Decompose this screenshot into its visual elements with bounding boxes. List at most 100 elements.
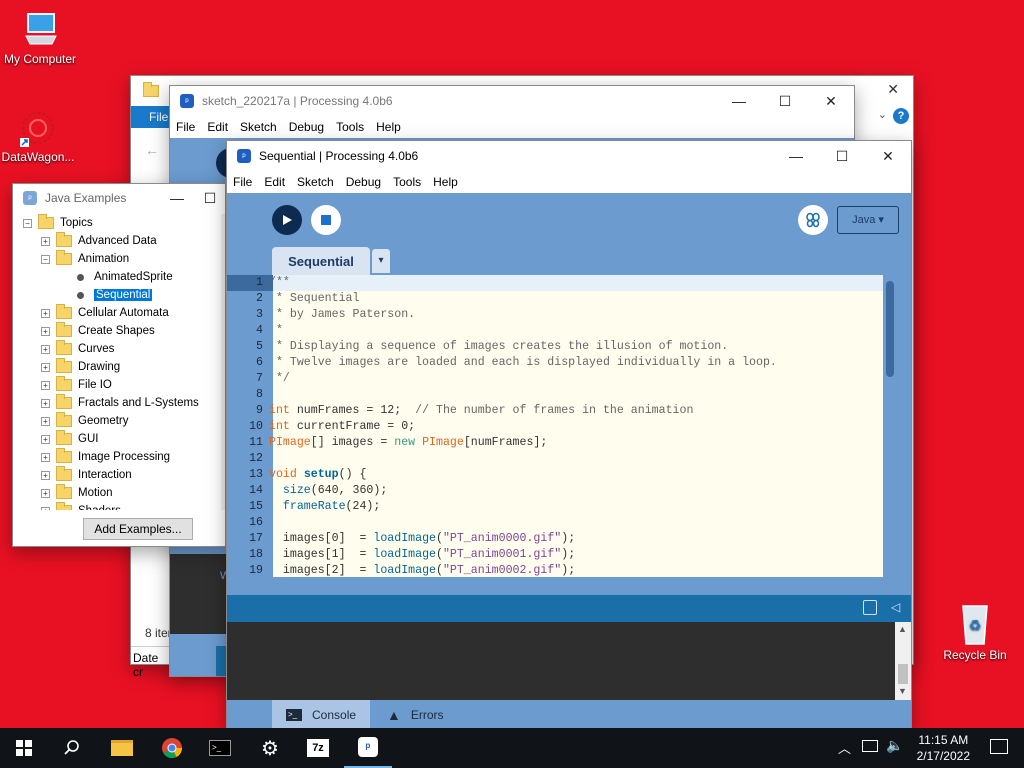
code-line[interactable]: 4 * <box>227 323 883 339</box>
minimize-button[interactable]: — <box>716 86 762 116</box>
tree-folder-item[interactable]: − Animation <box>21 250 223 268</box>
volume-icon[interactable]: 🔈 <box>886 737 903 754</box>
code-line[interactable]: 19 images[2] = loadImage("PT_anim0002.gi… <box>227 563 883 577</box>
collapse-icon[interactable]: − <box>41 254 50 264</box>
column-header-date[interactable]: Date cr <box>131 646 171 679</box>
code-line[interactable]: 7 */ <box>227 371 883 387</box>
code-line[interactable]: 13 void setup() { <box>227 467 883 483</box>
editor-scrollbar[interactable] <box>883 275 897 577</box>
tree-folder-item[interactable]: + Fractals and L-Systems <box>21 394 223 412</box>
taskbar-7zip[interactable]: 7z <box>294 728 342 768</box>
expand-icon[interactable]: + <box>41 452 50 462</box>
scroll-up-icon[interactable]: ▲ <box>898 624 907 634</box>
menu-file[interactable]: File <box>227 175 258 189</box>
code-line[interactable]: 5 * Displaying a sequence of images crea… <box>227 339 883 355</box>
taskbar-chrome[interactable] <box>148 728 196 768</box>
debugger-button[interactable] <box>798 205 828 235</box>
tree-leaf-item[interactable]: Sequential <box>21 286 223 304</box>
minimize-button[interactable]: — <box>773 141 819 171</box>
collapse-console-icon[interactable]: ◁ <box>891 600 900 614</box>
expand-icon[interactable]: + <box>41 416 50 426</box>
tab-menu-button[interactable]: ▾ <box>372 249 390 273</box>
menu-tools[interactable]: Tools <box>387 175 427 189</box>
code-line[interactable]: 1 /** <box>227 275 883 291</box>
code-line[interactable]: 3 * by James Paterson. <box>227 307 883 323</box>
tree-root[interactable]: − Topics <box>21 214 223 232</box>
scrollbar-thumb[interactable] <box>886 281 894 377</box>
code-line[interactable]: 11 PImage[] images = new PImage[numFrames… <box>227 435 883 451</box>
maximize-button[interactable]: ☐ <box>762 86 808 116</box>
tree-folder-item[interactable]: + Advanced Data <box>21 232 223 250</box>
expand-icon[interactable]: + <box>41 380 50 390</box>
tree-folder-item[interactable]: + Interaction <box>21 466 223 484</box>
expand-icon[interactable]: + <box>41 488 50 498</box>
menu-edit[interactable]: Edit <box>201 120 234 134</box>
maximize-button[interactable]: ☐ <box>195 183 225 213</box>
expand-icon[interactable]: + <box>41 434 50 444</box>
code-line[interactable]: 16 <box>227 515 883 531</box>
tree-folder-item[interactable]: + Shaders <box>21 502 223 510</box>
show-hidden-icons[interactable]: ︿ <box>838 738 851 757</box>
menu-help[interactable]: Help <box>370 120 407 134</box>
desktop-icon-datawagon[interactable]: DataWagon... <box>0 108 78 164</box>
tree-folder-item[interactable]: + GUI <box>21 430 223 448</box>
taskbar-settings[interactable]: ⚙ <box>246 728 294 768</box>
maximize-button[interactable]: ☐ <box>819 141 865 171</box>
expand-icon[interactable]: + <box>41 506 50 510</box>
taskbar-processing[interactable]: ᵖ <box>344 728 392 768</box>
chevron-down-icon[interactable]: ⌄ <box>878 108 887 121</box>
menu-sketch[interactable]: Sketch <box>291 175 340 189</box>
tree-folder-item[interactable]: + Cellular Automata <box>21 304 223 322</box>
add-examples-button[interactable]: Add Examples... <box>83 518 193 540</box>
network-icon[interactable] <box>862 740 878 752</box>
scroll-thumb[interactable] <box>898 664 908 684</box>
close-button[interactable]: ✕ <box>808 86 854 116</box>
tree-folder-item[interactable]: + Image Processing <box>21 448 223 466</box>
menu-sketch[interactable]: Sketch <box>234 120 283 134</box>
code-line[interactable]: 12 <box>227 451 883 467</box>
code-line[interactable]: 15 frameRate(24); <box>227 499 883 515</box>
menu-file[interactable]: File <box>170 120 201 134</box>
minimize-button[interactable]: — <box>159 183 195 213</box>
scroll-down-icon[interactable]: ▼ <box>898 686 907 696</box>
search-button[interactable] <box>48 728 96 768</box>
tab-errors[interactable]: ▲ Errors <box>387 700 477 729</box>
code-editor[interactable]: 1/** 2 * Sequential 3 * by James Paterson.… <box>227 275 883 577</box>
expand-icon[interactable]: + <box>41 398 50 408</box>
taskbar-terminal[interactable]: >_ <box>196 728 244 768</box>
menu-help[interactable]: Help <box>427 175 464 189</box>
clock[interactable]: 11:15 AM 2/17/2022 <box>917 732 970 764</box>
code-line[interactable]: 17 images[0] = loadImage("PT_anim0000.gi… <box>227 531 883 547</box>
tree-leaf-item[interactable]: AnimatedSprite <box>21 268 223 286</box>
collapse-icon[interactable]: − <box>23 218 32 228</box>
expand-icon[interactable]: + <box>41 344 50 354</box>
desktop-icon-my-computer[interactable]: My Computer <box>0 10 80 66</box>
tree-folder-item[interactable]: + Geometry <box>21 412 223 430</box>
console-area[interactable] <box>227 622 895 700</box>
expand-icon[interactable]: + <box>41 362 50 372</box>
code-line[interactable]: 14 size(640, 360); <box>227 483 883 499</box>
expand-icon[interactable]: + <box>41 470 50 480</box>
code-line[interactable]: 9 int numFrames = 12; // The number of fr… <box>227 403 883 419</box>
tab-sequential[interactable]: Sequential <box>272 247 370 275</box>
explorer-close-button[interactable]: ✕ <box>887 81 899 98</box>
expand-icon[interactable]: + <box>41 236 50 246</box>
start-button[interactable] <box>0 728 48 768</box>
code-line[interactable]: 2 * Sequential <box>227 291 883 307</box>
tree-folder-item[interactable]: + Create Shapes <box>21 322 223 340</box>
copy-icon[interactable] <box>863 600 877 615</box>
explorer-file-tab[interactable]: File <box>131 106 171 128</box>
desktop-icon-recycle-bin[interactable]: ♻ Recycle Bin <box>935 600 1015 662</box>
menu-edit[interactable]: Edit <box>258 175 291 189</box>
expand-icon[interactable]: + <box>41 308 50 318</box>
run-button[interactable] <box>272 205 302 235</box>
menu-tools[interactable]: Tools <box>330 120 370 134</box>
code-line[interactable]: 6 * Twelve images are loaded and each is… <box>227 355 883 371</box>
taskbar-file-explorer[interactable] <box>98 728 146 768</box>
code-line[interactable]: 10 int currentFrame = 0; <box>227 419 883 435</box>
tree-scrollbar[interactable] <box>221 214 225 510</box>
close-button[interactable]: ✕ <box>865 141 911 171</box>
console-scrollbar[interactable]: ▲ ▼ <box>895 622 911 700</box>
code-line[interactable]: 18 images[1] = loadImage("PT_anim0001.gi… <box>227 547 883 563</box>
mode-selector[interactable]: Java ▾ <box>837 206 899 234</box>
